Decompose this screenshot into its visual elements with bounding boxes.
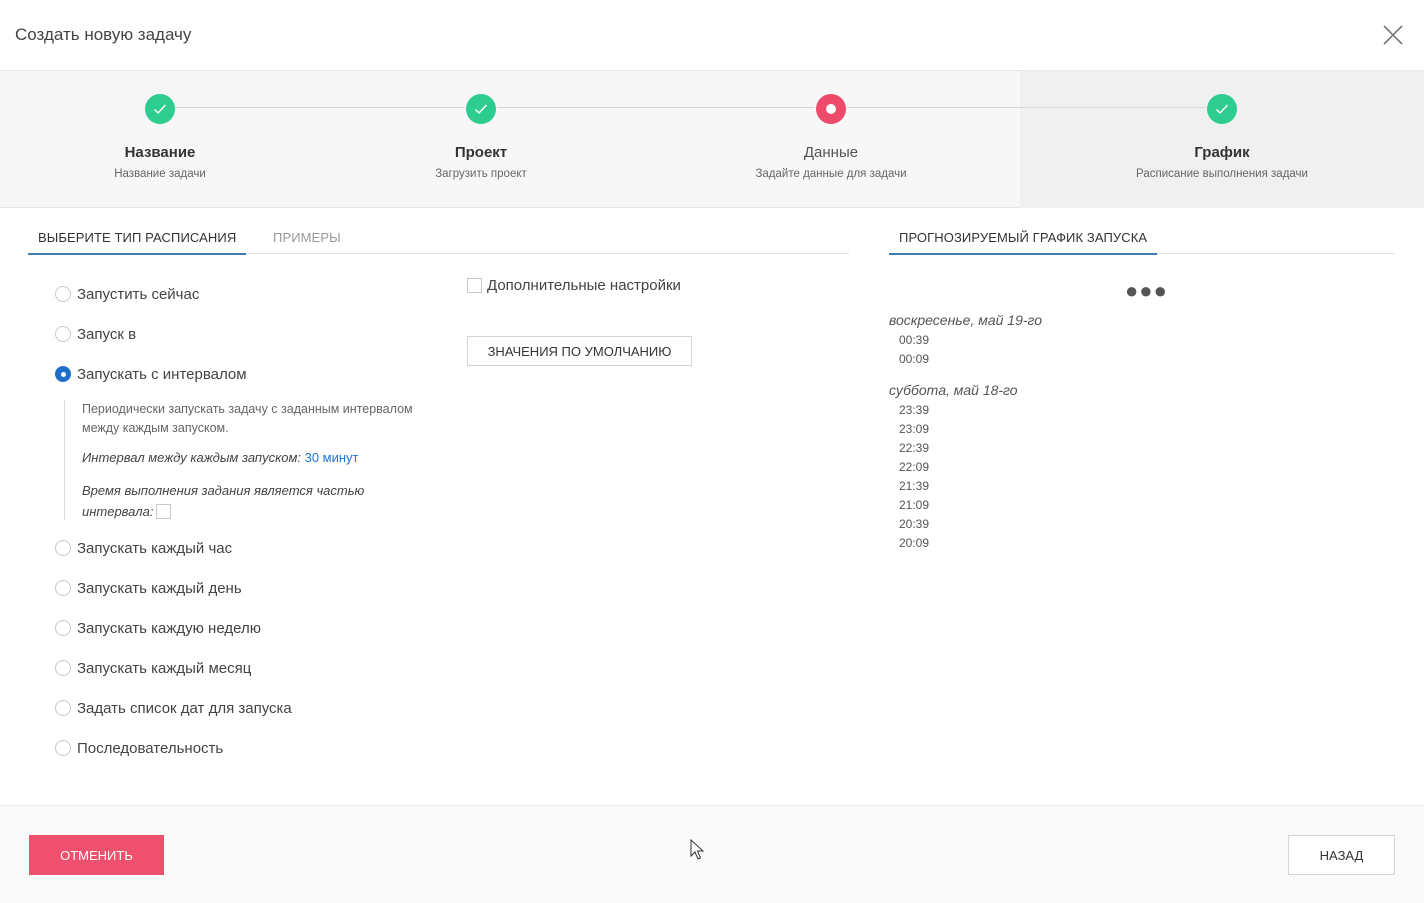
step-subtitle: Загрузить проект [435,168,527,180]
step-subtitle: Задайте данные для задачи [755,168,907,180]
exec-part-setting: Время выполнения задания является частью… [82,483,365,519]
tab-forecast[interactable]: ПРОГНОЗИРУЕМЫЙ ГРАФИК ЗАПУСКА [889,230,1158,255]
back-button[interactable]: НАЗАД [1288,835,1395,875]
active-step-background [1020,71,1424,208]
tab-examples[interactable]: ПРИМЕРЫ [263,230,351,254]
forecast-time: 00:09 [899,352,930,366]
radio-label: Запустить сейчас [77,285,200,303]
forecast-day-heading: суббота, май 18-го [889,382,1018,398]
close-icon[interactable] [1382,24,1404,46]
radio-run-now[interactable]: Запустить сейчас [55,284,199,304]
forecast-time: 00:39 [899,333,930,347]
radio-run-interval[interactable]: Запускать с интервалом [55,364,247,384]
check-icon [145,94,175,124]
radio-label: Запускать с интервалом [77,365,247,383]
radio-run-weekly[interactable]: Запускать каждую неделю [55,618,261,638]
forecast-time: 23:39 [899,403,930,417]
step-title: Данные [803,144,859,161]
check-icon [466,94,496,124]
schedule-tabs: ВЫБЕРИТЕ ТИП РАСПИСАНИЯ ПРИМЕРЫ [28,222,849,255]
exec-part-label: Время выполнения задания является частью… [82,483,365,519]
radio-button[interactable] [55,540,71,556]
forecast-time: 23:09 [899,422,930,436]
step-title: Проект [454,144,508,161]
tab-schedule-type[interactable]: ВЫБЕРИТЕ ТИП РАСПИСАНИЯ [28,230,247,255]
defaults-button[interactable]: ЗНАЧЕНИЯ ПО УМОЛЧАНИЮ [467,336,692,366]
wizard-stepper: Название Название задачи Проект Загрузит… [0,71,1424,208]
forecast-time: 21:39 [899,479,930,493]
step-connector [175,107,465,108]
step-connector [847,107,1206,108]
radio-label: Запускать каждый день [77,579,242,597]
radio-button[interactable] [55,740,71,756]
radio-label: Запускать каждый месяц [77,659,252,677]
radio-label: Запускать каждую неделю [77,619,261,637]
interval-label: Интервал между каждым запуском [82,450,298,465]
step-subtitle: Название задачи [114,168,206,180]
current-step-icon [816,94,846,124]
forecast-time: 20:39 [899,517,930,531]
forecast-time: 22:09 [899,460,930,474]
interval-description: Периодически запускать задачу с заданным… [82,402,413,435]
forecast-tabs: ПРОГНОЗИРУЕМЫЙ ГРАФИК ЗАПУСКА [889,222,1395,255]
radio-button[interactable] [55,326,71,342]
dialog-footer: ОТМЕНИТЬ НАЗАД [0,805,1424,903]
forecast-time: 21:09 [899,498,930,512]
radio-run-hourly[interactable]: Запускать каждый час [55,538,232,558]
step-connector [497,107,815,108]
radio-button[interactable] [55,660,71,676]
mouse-cursor-icon [690,838,705,866]
radio-date-list[interactable]: Задать список дат для запуска [55,698,292,718]
forecast-time: 22:39 [899,441,930,455]
radio-button[interactable] [55,620,71,636]
more-icon[interactable]: ●●● [1125,278,1168,304]
radio-button[interactable] [55,580,71,596]
advanced-settings-label: Дополнительные настройки [487,277,681,294]
radio-run-at[interactable]: Запуск в [55,324,136,344]
advanced-settings-checkbox[interactable]: Дополнительные настройки [467,277,681,294]
radio-label: Задать список дат для запуска [77,699,292,717]
step-title: Название [124,144,196,161]
forecast-day-heading: воскресенье, май 19-го [889,312,1043,328]
dialog-header: Создать новую задачу [0,0,1424,71]
step-title: График [1194,144,1250,161]
cancel-button[interactable]: ОТМЕНИТЬ [29,835,164,875]
step-subtitle: Расписание выполнения задачи [1136,168,1308,180]
exec-part-checkbox[interactable] [156,504,172,519]
radio-label: Запускать каждый час [77,539,233,557]
interval-setting: Интервал между каждым запуском: 30 минут [82,450,359,465]
interval-details: Периодически запускать задачу с заданным… [64,400,444,520]
radio-sequence[interactable]: Последовательность [55,738,223,758]
check-icon [1207,94,1237,124]
radio-run-monthly[interactable]: Запускать каждый месяц [55,658,251,678]
radio-label: Последовательность [77,739,224,757]
checkbox[interactable] [467,278,482,293]
radio-button[interactable] [55,700,71,716]
radio-run-daily[interactable]: Запускать каждый день [55,578,242,598]
interval-value-link[interactable]: 30 минут [305,450,359,465]
dialog-title: Создать новую задачу [15,25,192,44]
radio-button-checked[interactable] [55,366,71,382]
forecast-time: 20:09 [899,536,930,550]
radio-label: Запуск в [77,325,137,343]
radio-button[interactable] [55,286,71,302]
